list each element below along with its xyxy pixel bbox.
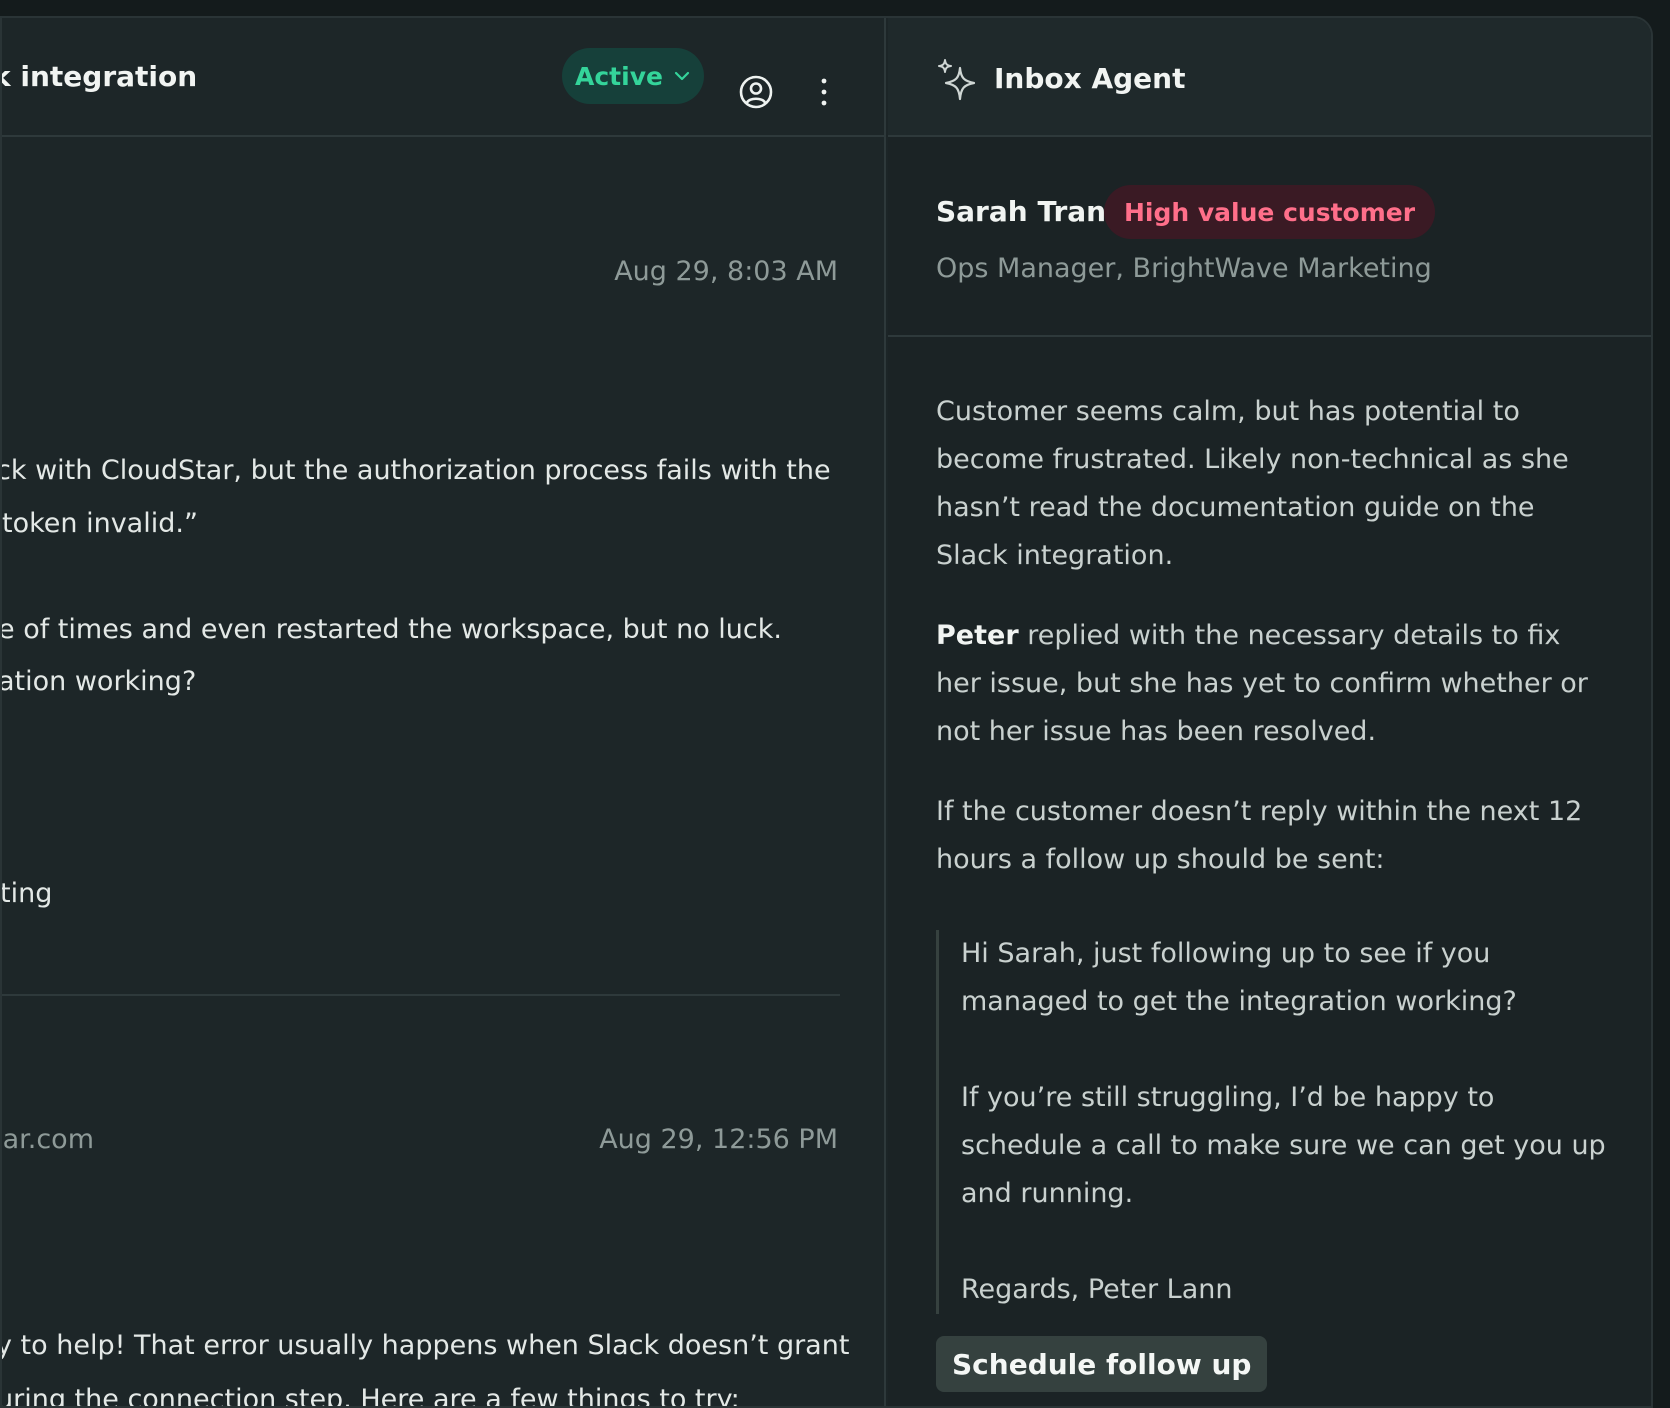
customer-profile: Sarah Tran High value customer Ops Manag… — [888, 139, 1651, 337]
summary-paragraph: Customer seems calm, but has potential t… — [936, 396, 1569, 571]
message-timestamp: Aug 29, 8:03 AM — [614, 256, 838, 287]
sparkle-icon — [938, 59, 976, 101]
summary-text: replied with the necessary details to fi… — [936, 620, 1588, 747]
reply-paragraph: Hi Sarah, just following up to see if yo… — [961, 938, 1517, 1017]
agent-header: Inbox Agent — [888, 18, 1651, 137]
message-signature: ting — [2, 878, 53, 909]
customer-tier-badge: High value customer — [1104, 185, 1436, 239]
conversation-pane: k integration Active Aug 29, 8:03 AM ck … — [2, 18, 886, 1406]
panel-title: Inbox Agent — [994, 62, 1186, 95]
reply-signoff: Regards, Peter Lann — [961, 1274, 1233, 1305]
summary-paragraph: If the customer doesn’t reply within the… — [936, 796, 1583, 875]
schedule-follow-up-button[interactable]: Schedule follow up — [936, 1336, 1268, 1392]
app-window: k integration Active Aug 29, 8:03 AM ck … — [0, 16, 1653, 1408]
chevron-down-icon — [674, 71, 690, 81]
user-circle-icon[interactable] — [738, 74, 774, 110]
customer-name: Sarah Tran — [936, 195, 1107, 228]
customer-role: Ops Manager, BrightWave Marketing — [936, 253, 1432, 284]
agent-summary: Customer seems calm, but has potential t… — [936, 388, 1596, 916]
message-timestamp: Aug 29, 12:56 PM — [599, 1124, 838, 1155]
suggested-reply: Hi Sarah, just following up to see if yo… — [936, 930, 1606, 1314]
message-text-line: token invalid.” — [2, 508, 198, 539]
conversation-header: k integration Active — [2, 18, 884, 137]
conversation-title: k integration — [2, 60, 198, 93]
more-vertical-icon[interactable] — [814, 76, 834, 108]
message-divider — [2, 994, 840, 996]
message-text-line: ation working? — [2, 666, 197, 697]
reply-paragraph: If you’re still struggling, I’d be happy… — [961, 1082, 1606, 1209]
agent-name: Peter — [936, 620, 1019, 651]
message-text-line: uring the connection step. Here are a fe… — [2, 1384, 740, 1406]
summary-paragraph: Peter replied with the necessary details… — [936, 612, 1596, 756]
message-text-line: ck with CloudStar, but the authorization… — [2, 455, 831, 486]
status-label: Active — [575, 61, 663, 91]
message-text-line: e of times and even restarted the worksp… — [2, 614, 782, 645]
sender-email: tar.com — [2, 1124, 95, 1155]
message-text-line: y to help! That error usually happens wh… — [2, 1330, 850, 1361]
status-dropdown[interactable]: Active — [562, 48, 704, 104]
inbox-agent-panel: Inbox Agent Sarah Tran High value custom… — [888, 18, 1651, 1406]
